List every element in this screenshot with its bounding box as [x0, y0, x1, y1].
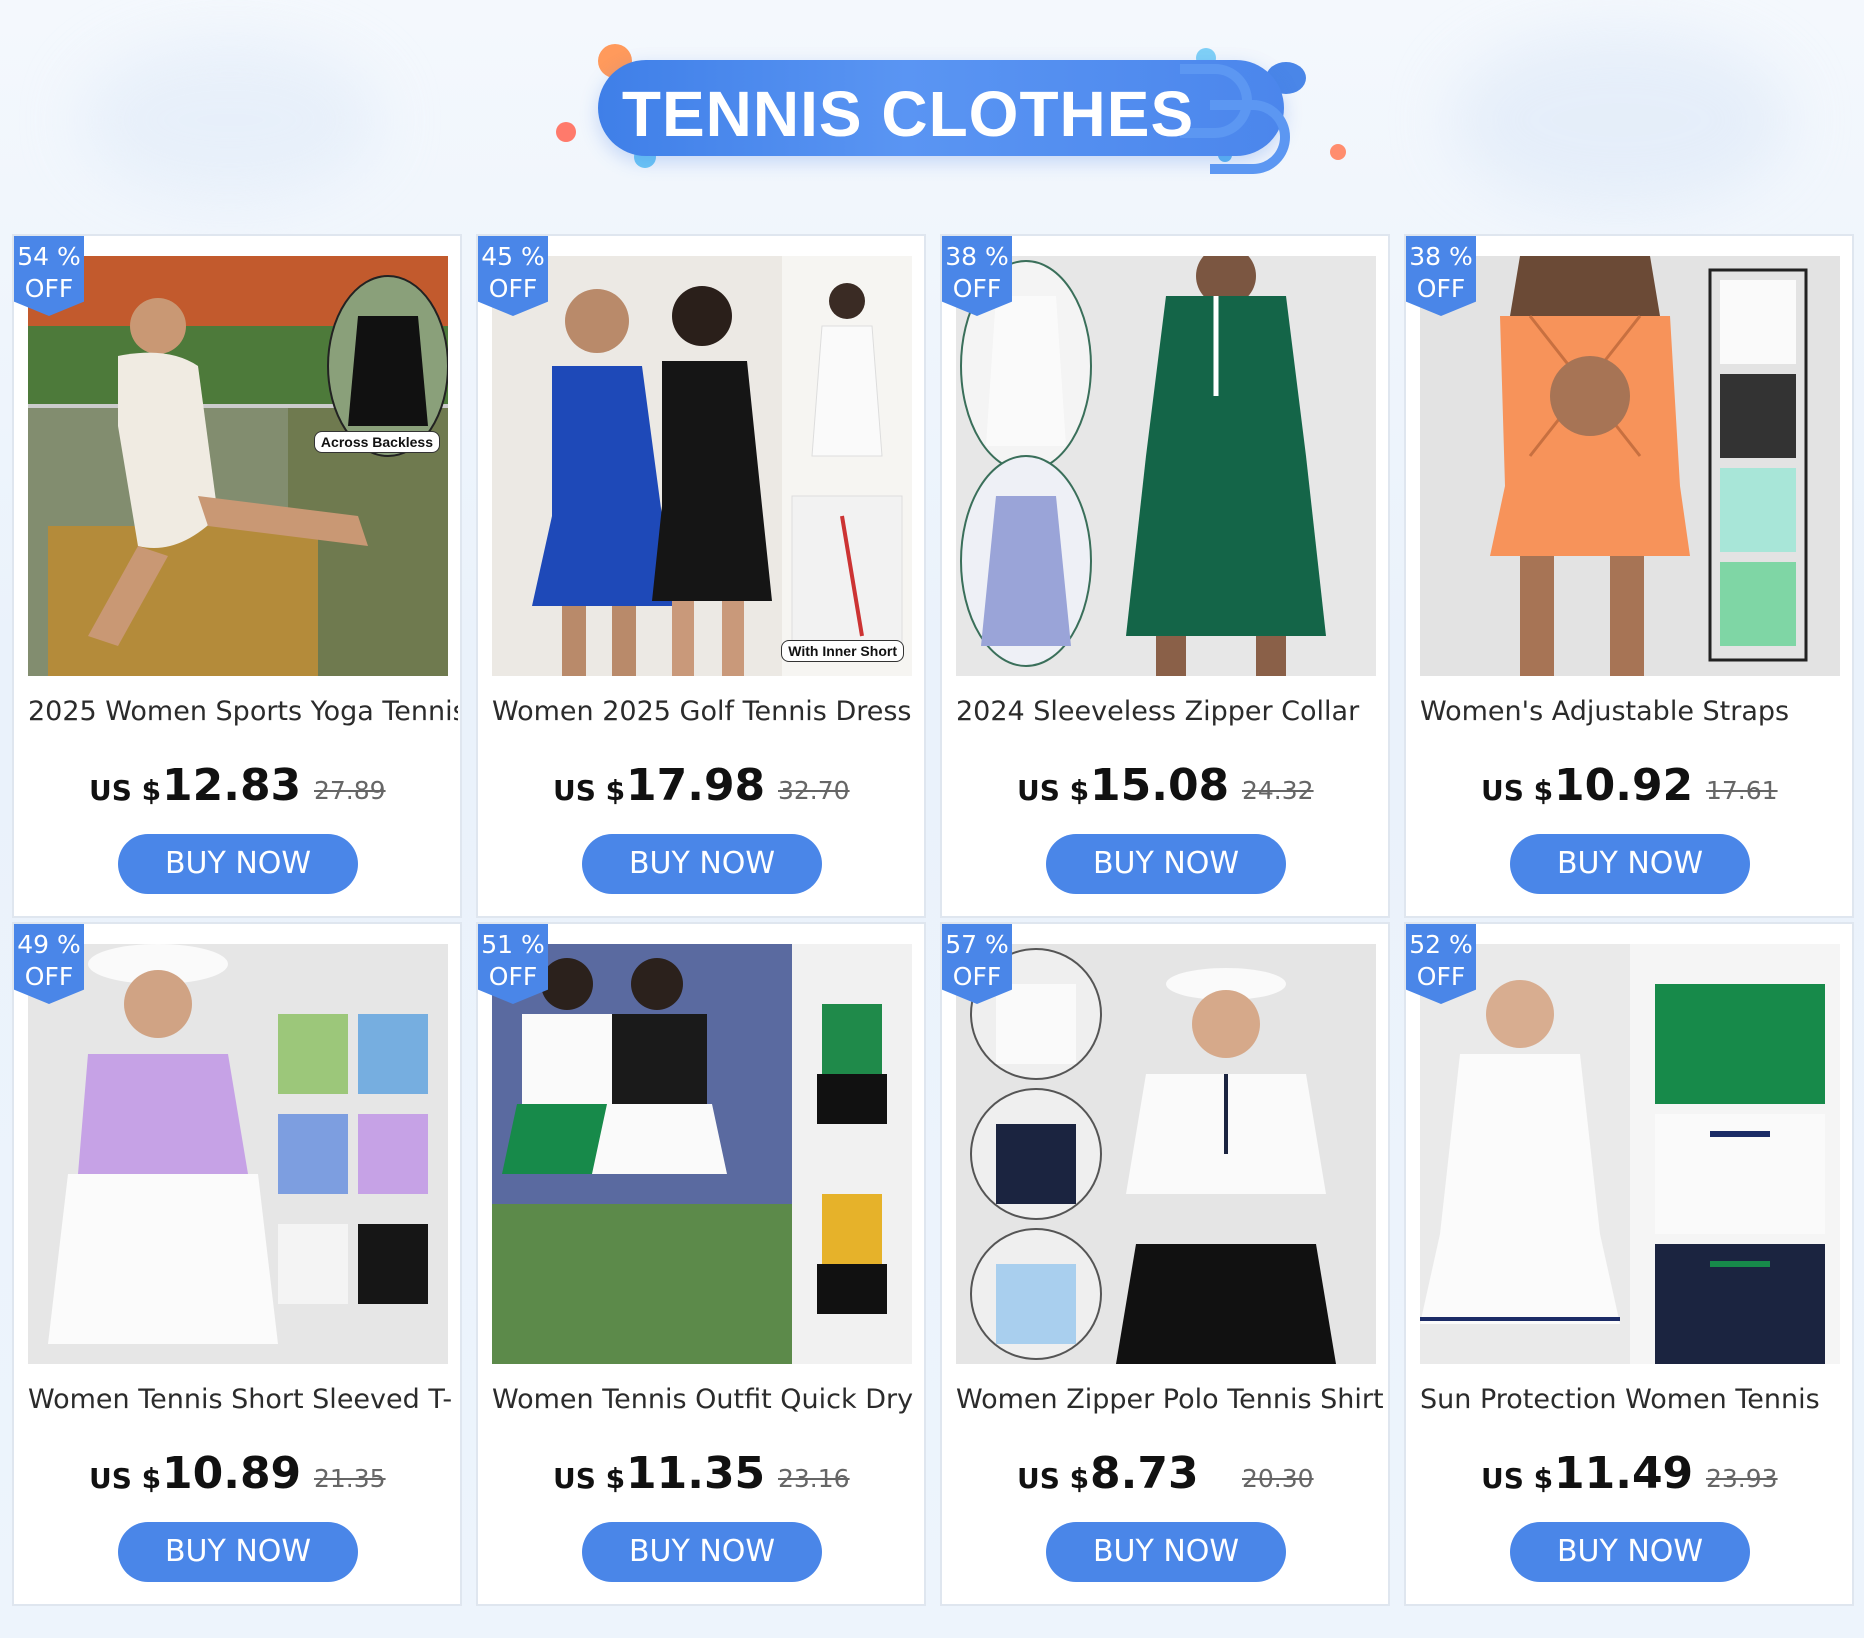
price-row: US $ 8.73 20.30: [942, 1444, 1392, 1504]
discount-percent: 52 %: [1409, 930, 1473, 959]
product-title[interactable]: Women 2025 Golf Tennis Dress: [492, 696, 922, 727]
currency-label: US $: [1017, 774, 1090, 807]
sale-price: 8.73: [1090, 1448, 1199, 1499]
image-caption: With Inner Short: [781, 640, 904, 662]
sale-price: 11.49: [1554, 1448, 1694, 1499]
sale-price: 10.92: [1554, 760, 1694, 811]
discount-percent: 51 %: [481, 930, 545, 959]
original-price: 24.32: [1242, 776, 1314, 805]
discount-percent: 38 %: [945, 242, 1009, 271]
original-price: 20.30: [1242, 1464, 1314, 1493]
discount-badge: 45 % OFF: [478, 236, 548, 316]
sale-price: 10.89: [162, 1448, 302, 1499]
product-card[interactable]: 49 % OFF Women Tennis Short Sleeved T- U…: [12, 922, 462, 1606]
product-image[interactable]: [956, 256, 1376, 676]
discount-off-label: OFF: [488, 962, 538, 991]
discount-off-label: OFF: [1416, 274, 1466, 303]
product-image[interactable]: [1420, 256, 1840, 676]
product-card[interactable]: 38 % OFF 2024 Sleeveless Zipper Collar U…: [940, 234, 1390, 918]
currency-label: US $: [89, 1462, 162, 1495]
image-caption: Across Backless: [313, 431, 440, 453]
product-title[interactable]: Sun Protection Women Tennis: [1420, 1384, 1850, 1415]
price-row: US $ 11.49 23.93: [1406, 1444, 1856, 1504]
discount-off-label: OFF: [24, 962, 74, 991]
currency-label: US $: [1481, 774, 1554, 807]
product-image[interactable]: With Inner Short: [492, 256, 912, 676]
discount-off-label: OFF: [488, 274, 538, 303]
discount-badge: 38 % OFF: [942, 236, 1012, 316]
discount-percent: 54 %: [17, 242, 81, 271]
original-price: 32.70: [778, 776, 850, 805]
currency-label: US $: [553, 1462, 626, 1495]
sale-price: 17.98: [626, 760, 766, 811]
product-image[interactable]: [1420, 944, 1840, 1364]
original-price: 21.35: [314, 1464, 386, 1493]
currency-label: US $: [89, 774, 162, 807]
price-row: US $ 11.35 23.16: [478, 1444, 928, 1504]
discount-off-label: OFF: [1416, 962, 1466, 991]
price-row: US $ 12.83 27.89: [14, 756, 464, 816]
product-image[interactable]: Across Backless: [28, 256, 448, 676]
price-row: US $ 15.08 24.32: [942, 756, 1392, 816]
discount-badge: 38 % OFF: [1406, 236, 1476, 316]
page-header: TENNIS CLOTHES: [0, 0, 1864, 230]
discount-percent: 49 %: [17, 930, 81, 959]
price-row: US $ 10.92 17.61: [1406, 756, 1856, 816]
original-price: 27.89: [314, 776, 386, 805]
buy-now-button[interactable]: BUY NOW: [1046, 1522, 1286, 1582]
product-card[interactable]: 51 % OFF Women Tennis Outfit Quick Dry U…: [476, 922, 926, 1606]
original-price: 23.93: [1706, 1464, 1778, 1493]
product-card[interactable]: With Inner Short 45 % OFF Women 2025 Gol…: [476, 234, 926, 918]
buy-now-button[interactable]: BUY NOW: [582, 834, 822, 894]
discount-percent: 45 %: [481, 242, 545, 271]
discount-badge: 51 % OFF: [478, 924, 548, 1004]
decorative-dot: [1330, 144, 1346, 160]
product-card[interactable]: Across Backless 54 % OFF 2025 Women Spor…: [12, 234, 462, 918]
buy-now-button[interactable]: BUY NOW: [118, 834, 358, 894]
discount-badge: 54 % OFF: [14, 236, 84, 316]
product-title[interactable]: 2024 Sleeveless Zipper Collar: [956, 696, 1386, 727]
discount-percent: 38 %: [1409, 242, 1473, 271]
discount-badge: 49 % OFF: [14, 924, 84, 1004]
currency-label: US $: [553, 774, 626, 807]
decorative-dot: [556, 122, 576, 142]
original-price: 23.16: [778, 1464, 850, 1493]
buy-now-button[interactable]: BUY NOW: [1510, 1522, 1750, 1582]
buy-now-button[interactable]: BUY NOW: [582, 1522, 822, 1582]
discount-off-label: OFF: [24, 274, 74, 303]
buy-now-button[interactable]: BUY NOW: [1046, 834, 1286, 894]
price-row: US $ 17.98 32.70: [478, 756, 928, 816]
currency-label: US $: [1017, 1462, 1090, 1495]
sale-price: 15.08: [1090, 760, 1230, 811]
discount-badge: 52 % OFF: [1406, 924, 1476, 1004]
product-title[interactable]: Women Tennis Short Sleeved T-: [28, 1384, 458, 1415]
product-card[interactable]: 38 % OFF Women's Adjustable Straps US $ …: [1404, 234, 1854, 918]
original-price: 17.61: [1706, 776, 1778, 805]
product-image[interactable]: [492, 944, 912, 1364]
sale-price: 11.35: [626, 1448, 766, 1499]
banner-title: TENNIS CLOTHES: [621, 78, 1195, 150]
product-image[interactable]: [956, 944, 1376, 1364]
product-title[interactable]: Women's Adjustable Straps: [1420, 696, 1850, 727]
product-title[interactable]: Women Tennis Outfit Quick Dry: [492, 1384, 922, 1415]
buy-now-button[interactable]: BUY NOW: [118, 1522, 358, 1582]
product-card[interactable]: 52 % OFF Sun Protection Women Tennis US …: [1404, 922, 1854, 1606]
product-card[interactable]: 57 % OFF Women Zipper Polo Tennis Shirt …: [940, 922, 1390, 1606]
product-title[interactable]: Women Zipper Polo Tennis Shirt: [956, 1384, 1386, 1415]
banner-swirl: [1210, 100, 1290, 174]
currency-label: US $: [1481, 1462, 1554, 1495]
discount-off-label: OFF: [952, 962, 1002, 991]
discount-badge: 57 % OFF: [942, 924, 1012, 1004]
sale-price: 12.83: [162, 760, 302, 811]
buy-now-button[interactable]: BUY NOW: [1510, 834, 1750, 894]
price-row: US $ 10.89 21.35: [14, 1444, 464, 1504]
discount-percent: 57 %: [945, 930, 1009, 959]
product-image[interactable]: [28, 944, 448, 1364]
product-title[interactable]: 2025 Women Sports Yoga Tennis: [28, 696, 458, 727]
discount-off-label: OFF: [952, 274, 1002, 303]
